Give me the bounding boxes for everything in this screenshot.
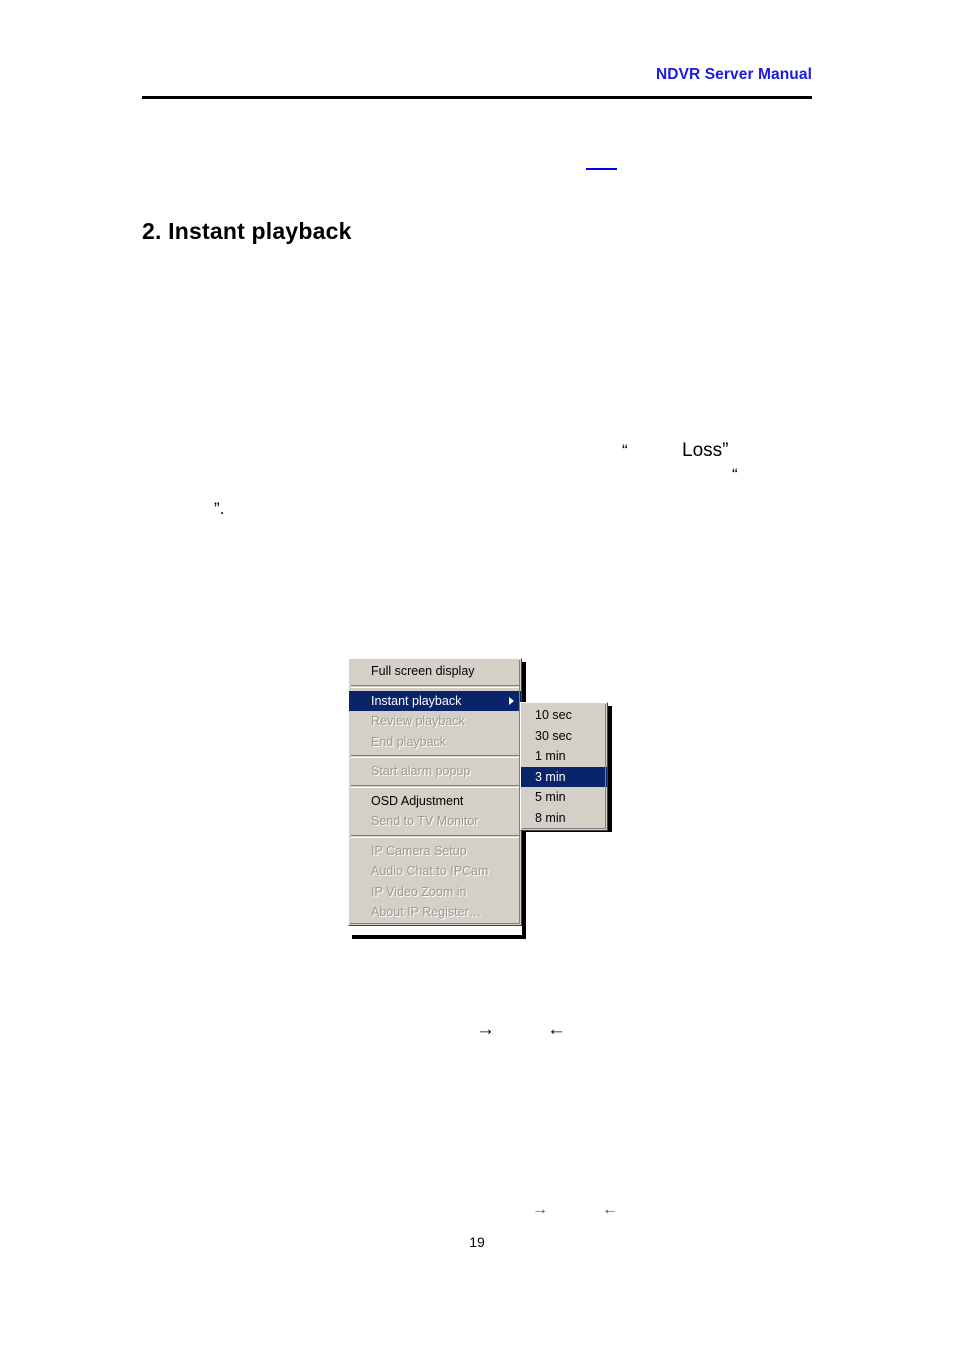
body-quote-open-2: “	[732, 465, 738, 484]
menu-separator-1	[351, 684, 519, 688]
menu-item-audio-chat-to-ipcam: Audio Chat to IPCam	[349, 861, 521, 882]
body-quote-open-1: “	[622, 441, 628, 460]
menu-item-label: End playback	[371, 734, 447, 749]
submenu-item-label: 3 min	[535, 769, 566, 784]
menu-item-full-screen-display[interactable]: Full screen display	[349, 661, 521, 682]
submenu-item-30-sec[interactable]: 30 sec	[521, 726, 607, 747]
menu-item-review-playback: Review playback	[349, 711, 521, 732]
menu-item-label: Send to TV Monitor	[371, 814, 479, 828]
context-menu: Full screen display Instant playback Rev…	[348, 658, 522, 926]
menu-item-about-ip-register: About IP Register…	[349, 902, 521, 923]
page-header-title: NDVR Server Manual	[656, 66, 812, 83]
menu-item-label: Start alarm popup	[371, 764, 471, 778]
body-text-loss: Loss”	[682, 440, 729, 461]
submenu-item-3-min[interactable]: 3 min	[521, 766, 607, 787]
submenu-item-label: 1 min	[535, 749, 566, 763]
menu-item-label: Review playback	[371, 714, 465, 728]
submenu-shadow-right	[608, 706, 612, 832]
submenu-item-1-min[interactable]: 1 min	[521, 746, 607, 767]
header-rule	[142, 96, 812, 99]
submenu-item-label: 10 sec	[535, 708, 572, 722]
empty-hyperlink[interactable]	[586, 160, 617, 170]
menu-item-label: Instant playback	[371, 693, 462, 708]
menu-shadow-bottom	[352, 935, 526, 939]
submenu-item-8-min[interactable]: 8 min	[521, 808, 607, 829]
menu-item-send-to-tv-monitor: Send to TV Monitor	[349, 811, 521, 832]
menu-separator-4	[351, 834, 519, 838]
menu-item-instant-playback[interactable]: Instant playback	[349, 690, 521, 711]
page-number: 19	[469, 1234, 485, 1250]
page-title: 2. Instant playback	[142, 218, 352, 244]
instant-playback-submenu: 10 sec 30 sec 1 min 3 min 5 min 8 min	[520, 702, 608, 831]
menu-item-label: IP Video Zoom in	[371, 884, 467, 899]
submenu-item-label: 5 min	[535, 790, 566, 804]
arrow-right-icon-1: →	[476, 1019, 495, 1040]
menu-item-label: OSD Adjustment	[371, 793, 464, 808]
menu-item-label: About IP Register…	[371, 905, 482, 919]
chevron-right-icon	[509, 696, 514, 705]
hyperlink-underline	[586, 168, 617, 170]
menu-separator-2	[351, 755, 519, 758]
arrow-left-icon-1: ←	[547, 1019, 566, 1040]
menu-item-start-alarm-popup: Start alarm popup	[349, 761, 521, 782]
page-header: NDVR Server Manual	[142, 66, 812, 100]
menu-item-ip-camera-setup: IP Camera Setup	[349, 841, 521, 862]
menu-item-label: IP Camera Setup	[371, 843, 467, 858]
submenu-item-label: 8 min	[535, 810, 566, 825]
menu-item-end-playback: End playback	[349, 732, 521, 753]
menu-separator-3	[351, 784, 519, 788]
body-quote-close: ”.	[214, 499, 225, 518]
arrow-left-icon-2: ←	[602, 1201, 618, 1218]
submenu-item-label: 30 sec	[535, 728, 572, 743]
menu-item-osd-adjustment[interactable]: OSD Adjustment	[349, 791, 521, 812]
menu-item-label: Audio Chat to IPCam	[371, 864, 489, 878]
arrow-right-icon-2: →	[532, 1201, 548, 1218]
submenu-item-5-min[interactable]: 5 min	[521, 787, 607, 808]
menu-item-label: Full screen display	[371, 664, 475, 678]
menu-item-ip-video-zoom-in: IP Video Zoom in	[349, 882, 521, 903]
submenu-item-10-sec[interactable]: 10 sec	[521, 705, 607, 726]
